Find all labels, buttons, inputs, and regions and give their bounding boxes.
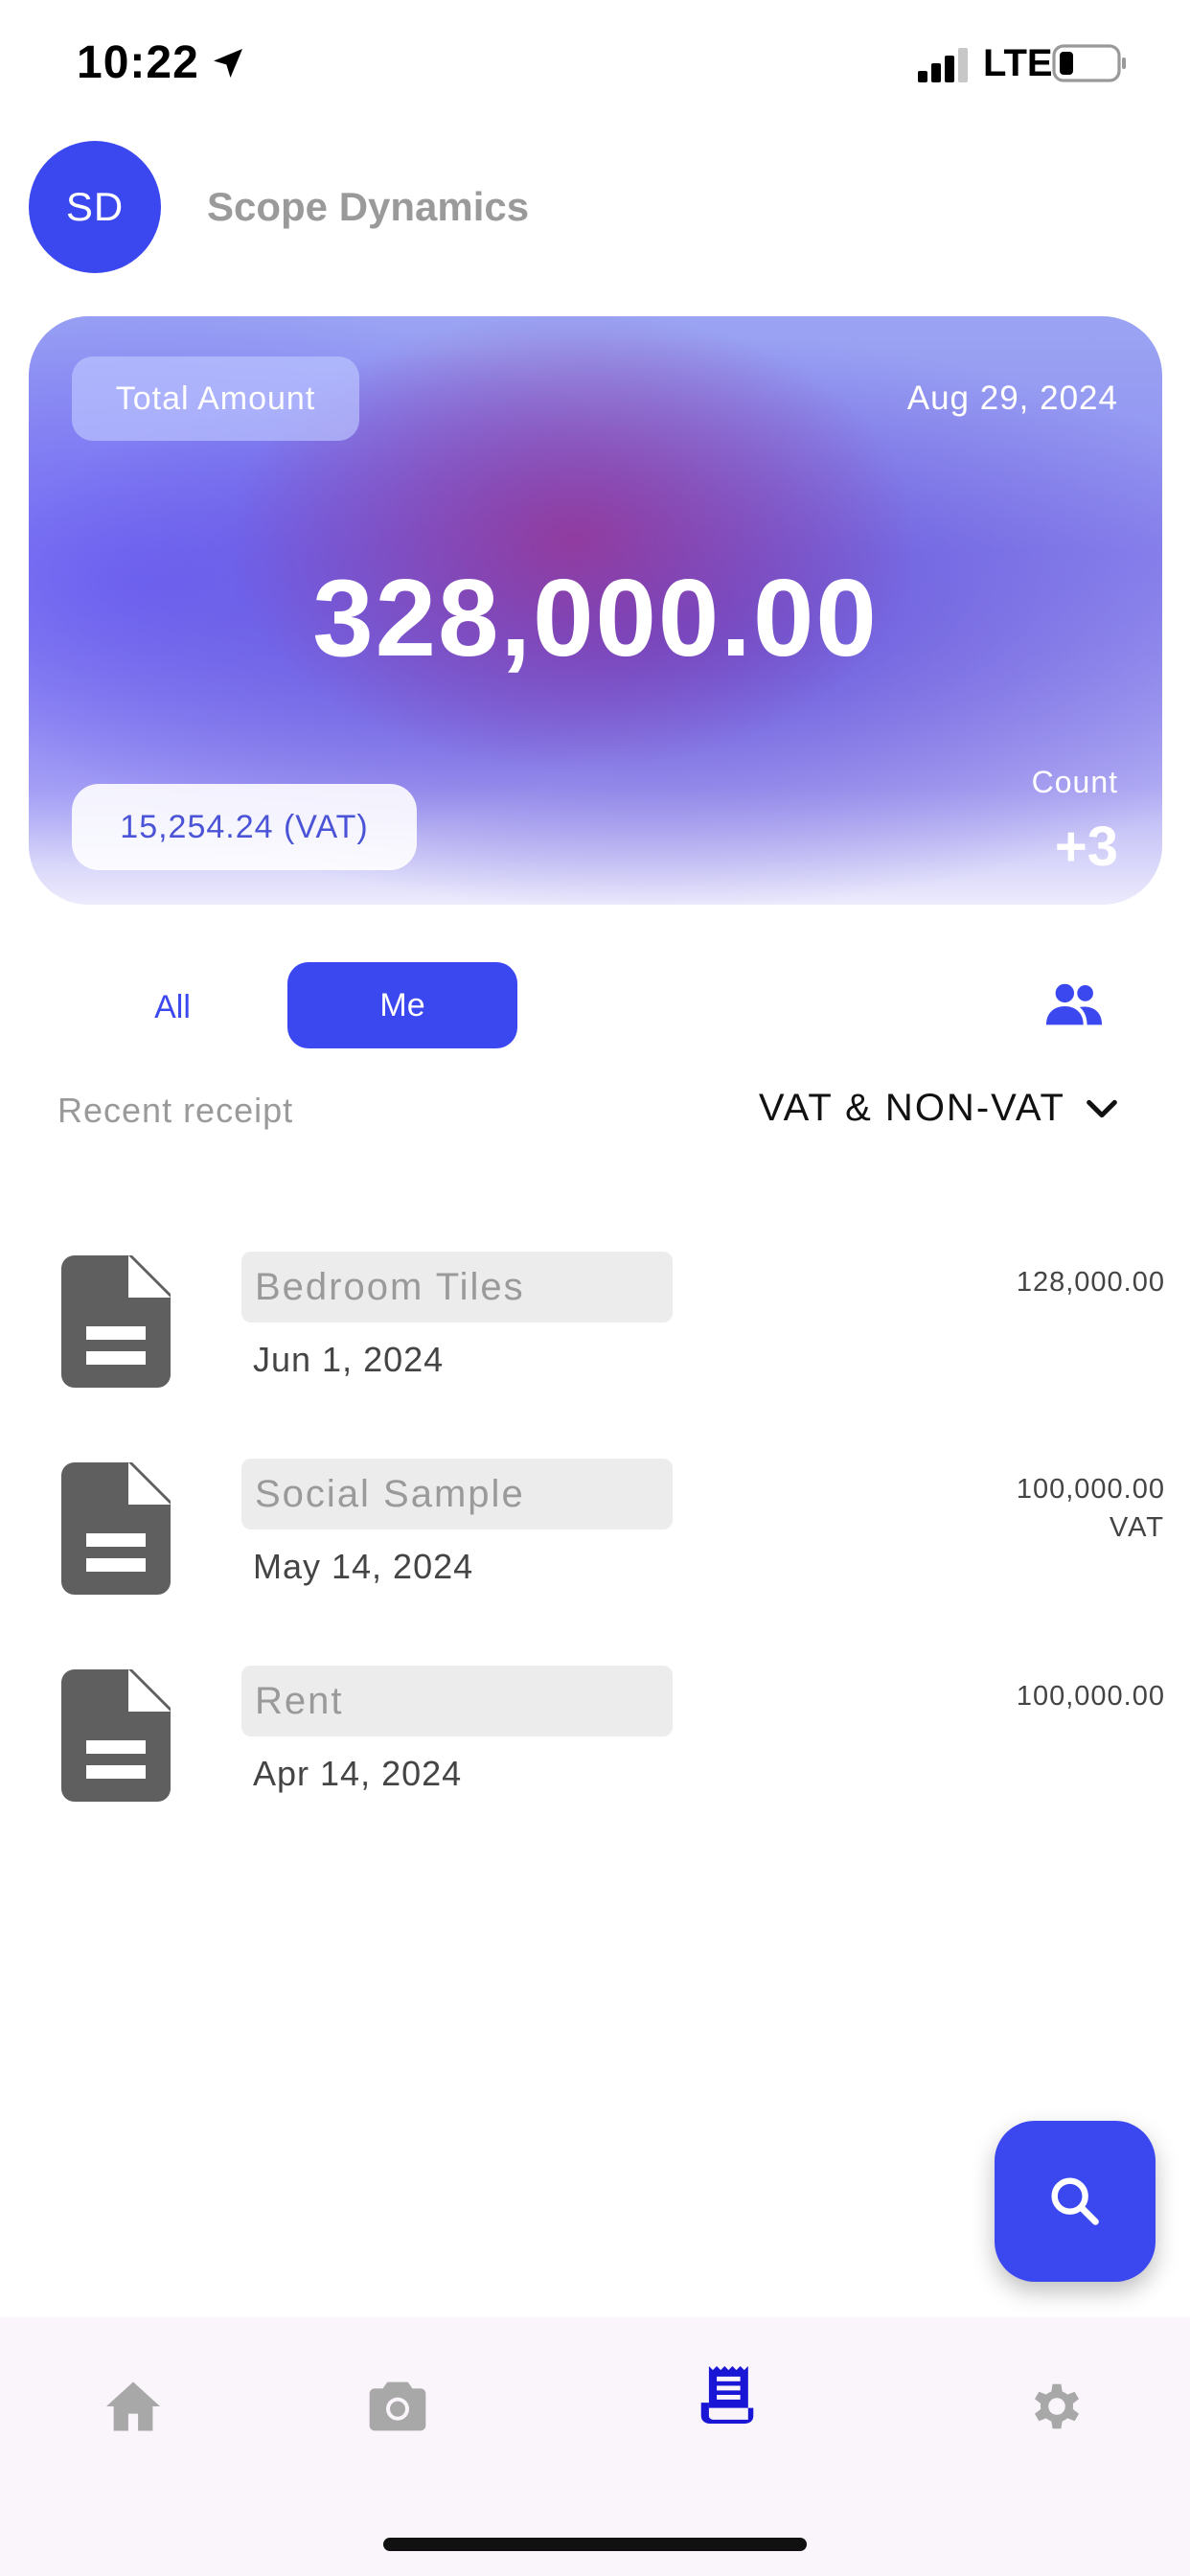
receipt-date: May 14, 2024: [253, 1547, 474, 1586]
people-icon[interactable]: [1044, 981, 1104, 1027]
receipt-date: Jun 1, 2024: [253, 1340, 445, 1379]
receipt-icon: [700, 2366, 754, 2424]
vat-filter-value: VAT & NON-VAT: [758, 1087, 1065, 1129]
tab-all[interactable]: All: [113, 966, 232, 1048]
total-amount-label: Total Amount: [72, 356, 359, 441]
tab-me[interactable]: Me: [287, 962, 517, 1048]
receipt-amount: 128,000.00: [1016, 1267, 1165, 1298]
document-icon: [61, 1462, 171, 1595]
nav-camera[interactable]: [355, 2363, 441, 2450]
list-item[interactable]: Social Sample May 14, 2024 100,000.00 VA…: [0, 1453, 1190, 1625]
home-icon: [106, 2381, 160, 2431]
search-icon: [1051, 2177, 1099, 2225]
company-name: Scope Dynamics: [207, 184, 530, 229]
receipt-amount: 100,000.00: [1016, 1681, 1165, 1712]
camera-icon: [369, 2381, 426, 2431]
summary-card: Total Amount Aug 29, 2024 328,000.00 15,…: [29, 316, 1162, 905]
search-button[interactable]: [995, 2121, 1156, 2282]
receipt-date: Apr 14, 2024: [253, 1754, 463, 1793]
status-bar: 10:22 LTE: [0, 0, 1190, 134]
nav-home[interactable]: [90, 2363, 176, 2450]
avatar[interactable]: SD: [29, 141, 161, 273]
count-value: +3: [1054, 816, 1118, 878]
cellular-signal-icon: [918, 48, 968, 82]
nav-settings[interactable]: [1014, 2363, 1100, 2450]
summary-date: Aug 29, 2024: [906, 380, 1118, 417]
receipt-name: Bedroom Tiles: [241, 1252, 673, 1322]
avatar-initials: SD: [65, 184, 125, 229]
battery-icon: [1052, 44, 1126, 82]
vat-filter-dropdown[interactable]: VAT & NON-VAT: [759, 1087, 1121, 1130]
list-item[interactable]: Bedroom Tiles Jun 1, 2024 128,000.00: [0, 1246, 1190, 1418]
gear-icon: [1035, 2383, 1079, 2429]
receipt-name: Rent: [241, 1666, 673, 1736]
list-item[interactable]: Rent Apr 14, 2024 100,000.00: [0, 1660, 1190, 1832]
total-amount-value: 328,000.00: [312, 558, 879, 679]
recent-receipt-label: Recent receipt: [57, 1091, 294, 1130]
nav-receipts[interactable]: [684, 2352, 770, 2438]
network-type: LTE: [983, 42, 1053, 84]
document-icon: [61, 1669, 171, 1802]
document-icon: [61, 1255, 171, 1388]
count-label: Count: [1031, 765, 1118, 799]
receipt-vat-tag: VAT: [1109, 1512, 1165, 1543]
home-indicator: [383, 2538, 807, 2551]
receipt-amount: 100,000.00: [1016, 1474, 1165, 1505]
receipt-name: Social Sample: [241, 1459, 673, 1530]
status-time: 10:22: [77, 37, 199, 88]
chevron-down-icon: [1087, 1099, 1117, 1117]
location-arrow-icon: [214, 49, 242, 78]
vat-amount: 15,254.24 (VAT): [72, 784, 417, 870]
